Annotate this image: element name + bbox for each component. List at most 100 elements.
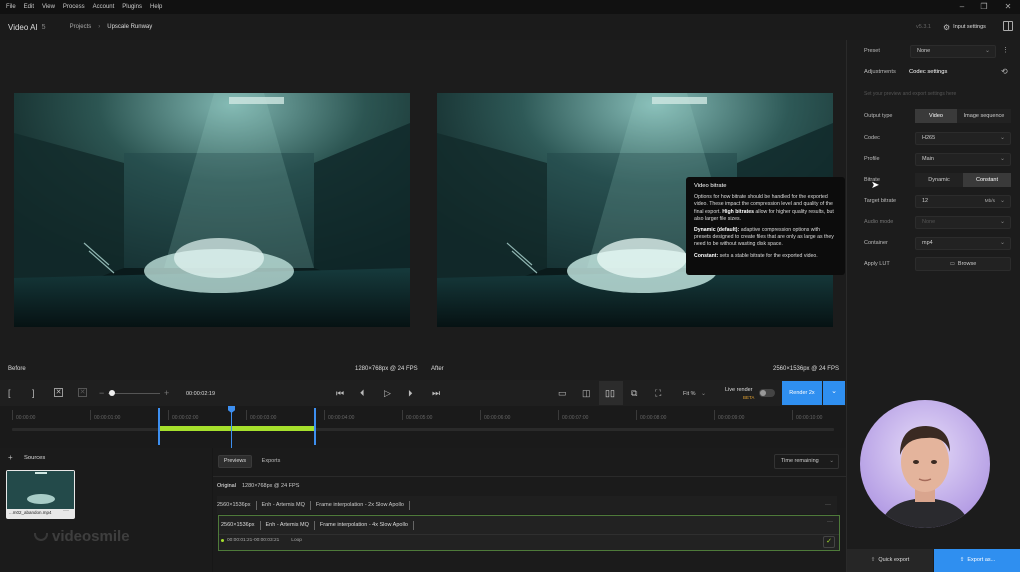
more-icon[interactable]: ··· xyxy=(825,502,831,508)
tab-previews[interactable]: Previews xyxy=(218,455,252,468)
source-file-name: ...m02_abandon.mp4 xyxy=(9,510,52,515)
render-button[interactable]: Render 2x xyxy=(782,381,822,405)
menu-process[interactable]: Process xyxy=(63,4,85,10)
more-icon[interactable]: ··· xyxy=(63,508,69,514)
menu-file[interactable]: File xyxy=(6,4,16,10)
timecode[interactable]: 00:00:02:19 xyxy=(186,391,215,397)
browse-lut-button[interactable]: ▭ Browse xyxy=(915,257,1011,271)
step-back-icon[interactable]: ⏴ xyxy=(360,388,365,398)
version-label: v5.3.1 xyxy=(916,24,931,30)
live-render-label: Live render xyxy=(725,387,753,393)
menu-account[interactable]: Account xyxy=(93,4,115,10)
tooltip-paragraph-1: Options for how bitrate should be handle… xyxy=(694,194,834,222)
preset-label: Preset xyxy=(864,48,880,54)
codec-dropdown[interactable]: H265 ⌄ xyxy=(915,132,1011,145)
menu-view[interactable]: View xyxy=(42,4,55,10)
skip-end-icon[interactable]: ⏭ xyxy=(432,388,440,398)
more-icon[interactable]: ··· xyxy=(827,519,833,525)
tick-label: 00:00:02:00 xyxy=(172,415,199,421)
menu-plugins[interactable]: Plugins xyxy=(122,4,142,10)
range-start-handle[interactable] xyxy=(158,408,160,445)
overlay-view-icon[interactable]: ⧉ xyxy=(631,388,637,398)
live-render-toggle[interactable] xyxy=(759,389,775,397)
panel-toggle-icon[interactable] xyxy=(1003,21,1013,31)
fullscreen-icon[interactable]: ⛶ xyxy=(655,388,661,398)
step-forward-icon[interactable]: ⏵ xyxy=(408,388,413,398)
export-as-button[interactable]: ⇪ Export as... xyxy=(934,549,1020,572)
audio-mode-dropdown[interactable]: None ⌄ xyxy=(915,216,1011,229)
menu-bar: File Edit View Process Account Plugins H… xyxy=(0,0,1020,14)
preview-row[interactable]: 2560×1536px Enh - Artemis MQ Frame inter… xyxy=(217,496,837,514)
breadcrumb-projects[interactable]: Projects xyxy=(70,24,92,30)
quick-export-button[interactable]: ⇧ Quick export xyxy=(847,549,933,572)
trim-icon[interactable]: ✕ xyxy=(78,388,87,397)
chevron-down-icon: ⌄ xyxy=(701,391,707,397)
tooltip-paragraph-2: Dynamic (default): adaptive compression … xyxy=(694,227,834,248)
skip-start-icon[interactable]: ⏮ xyxy=(336,388,344,398)
breadcrumb-current: Upscale Runway xyxy=(107,24,153,30)
watermark-logo-icon xyxy=(34,532,48,541)
chevron-down-icon: ⌄ xyxy=(999,219,1005,225)
bitrate-dynamic-button[interactable]: Dynamic xyxy=(915,173,963,187)
side-by-side-view-button[interactable]: ▯▯ xyxy=(599,381,623,405)
timeline-track[interactable] xyxy=(12,428,834,431)
target-bitrate-input[interactable]: 12 Mb/s ⌄ xyxy=(915,195,1011,208)
tick-label: 00:00:08:00 xyxy=(640,415,667,421)
check-icon[interactable]: ✓ xyxy=(823,536,835,548)
tick-label: 00:00:09:00 xyxy=(718,415,745,421)
play-icon[interactable]: ▷ xyxy=(384,388,391,398)
input-settings-button[interactable]: ⚙ Input settings xyxy=(943,21,986,33)
source-thumbnail-image xyxy=(7,471,74,509)
zoom-fit-dropdown[interactable]: Fit % xyxy=(683,391,696,397)
before-label: Before xyxy=(8,366,26,372)
watermark: videosmile xyxy=(34,528,130,545)
menu-edit[interactable]: Edit xyxy=(24,4,34,10)
playhead-handle[interactable] xyxy=(228,406,235,413)
zoom-slider-handle[interactable] xyxy=(109,390,115,396)
menu-help[interactable]: Help xyxy=(150,4,162,10)
source-thumbnail[interactable]: ...m02_abandon.mp4 ··· xyxy=(6,470,75,519)
sort-dropdown[interactable]: Time remaining ⌄ xyxy=(774,454,839,469)
range-end-handle[interactable] xyxy=(314,408,316,445)
output-image-sequence-button[interactable]: Image sequence xyxy=(957,109,1011,123)
tick-label: 00:00:10:00 xyxy=(796,415,823,421)
webcam-overlay xyxy=(860,400,990,528)
clear-marks-icon[interactable]: ✕ xyxy=(54,388,63,397)
mark-out-icon[interactable]: ] xyxy=(32,388,35,398)
tick-label: 00:00:00 xyxy=(16,415,36,421)
output-type-label: Output type xyxy=(864,113,893,119)
reset-icon[interactable]: ⟲ xyxy=(1001,67,1008,76)
active-preview-card[interactable]: 2560×1536px Enh - Artemis MQ Frame inter… xyxy=(218,515,840,551)
split-view-icon[interactable]: ◫ xyxy=(582,388,591,398)
tick-label: 00:00:05:00 xyxy=(406,415,433,421)
single-view-icon[interactable]: ▭ xyxy=(558,388,567,398)
tab-adjustments[interactable]: Adjustments xyxy=(864,69,896,75)
minimize-icon[interactable]: – xyxy=(956,2,968,12)
tab-codec-settings[interactable]: Codec settings xyxy=(909,69,947,75)
bitrate-constant-button[interactable]: Constant xyxy=(963,173,1011,187)
mark-in-icon[interactable]: [ xyxy=(8,388,11,398)
preset-dropdown[interactable]: None ⌄ xyxy=(910,45,996,58)
apply-lut-label: Apply LUT xyxy=(864,261,890,267)
title-bar: Video AI 5 Projects › Upscale Runway v5.… xyxy=(0,14,1020,40)
timeline-ruler[interactable]: 00:00:00 00:00:01:00 00:00:02:00 00:00:0… xyxy=(0,406,846,448)
render-options-chevron-icon[interactable]: ⌄ xyxy=(823,381,845,405)
more-vertical-icon[interactable]: ⋮ xyxy=(1002,46,1009,54)
codec-label: Codec xyxy=(864,135,880,141)
output-video-button[interactable]: Video xyxy=(915,109,957,123)
close-icon[interactable]: ✕ xyxy=(1002,2,1014,12)
zoom-out-icon[interactable]: − xyxy=(99,388,104,398)
restore-icon[interactable]: ❐ xyxy=(978,2,990,12)
preview-range: 00:00:01:21-00:00:03:21 xyxy=(227,538,280,543)
before-preview[interactable] xyxy=(14,93,410,327)
container-dropdown[interactable]: mp4 ⌄ xyxy=(915,237,1011,250)
tick-label: 00:00:04:00 xyxy=(328,415,355,421)
zoom-slider[interactable] xyxy=(108,393,160,394)
tab-exports[interactable]: Exports xyxy=(254,455,288,468)
chevron-down-icon: ⌄ xyxy=(999,240,1005,246)
zoom-in-icon[interactable]: + xyxy=(164,388,169,398)
selected-clip-range[interactable] xyxy=(159,426,315,431)
add-source-icon[interactable]: + xyxy=(8,453,13,462)
profile-dropdown[interactable]: Main ⌄ xyxy=(915,153,1011,166)
original-row[interactable]: Original 1280×768px @ 24 FPS xyxy=(217,477,837,495)
